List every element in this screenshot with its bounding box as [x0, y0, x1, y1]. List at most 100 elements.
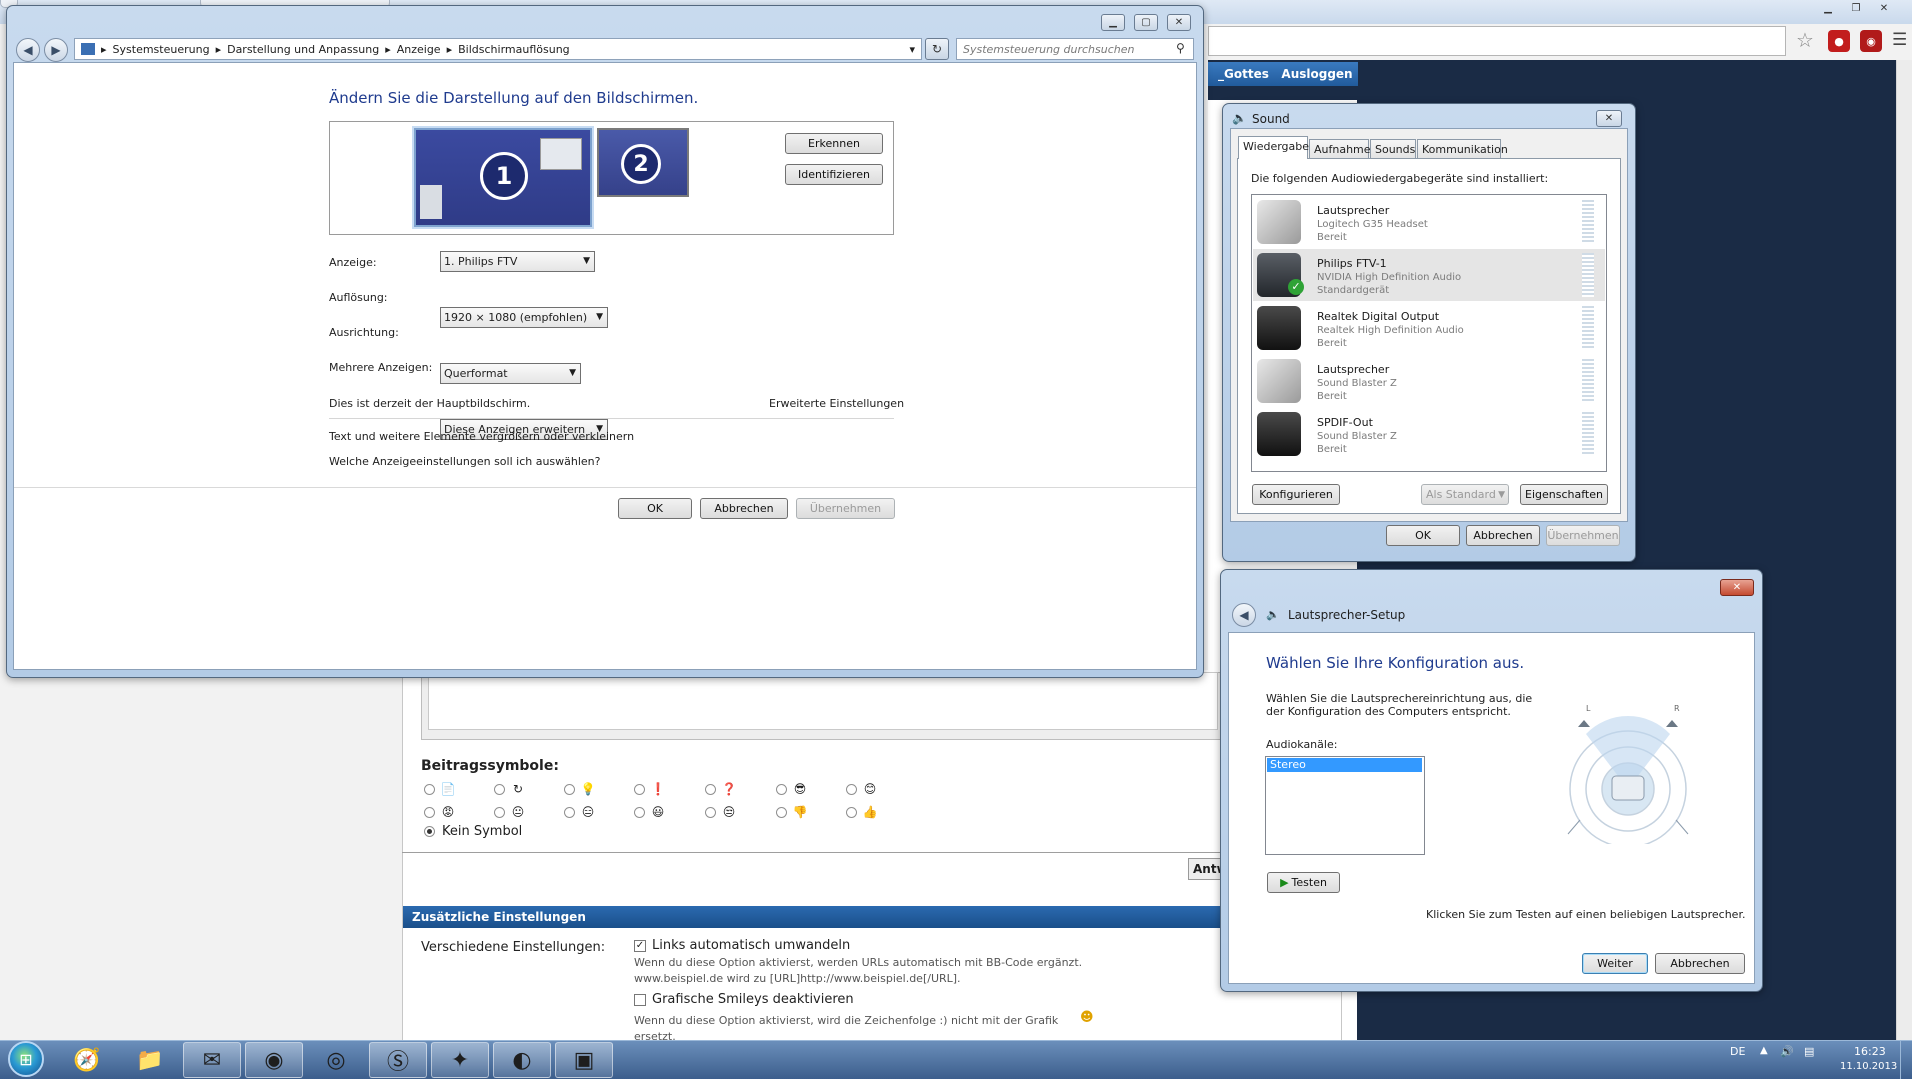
- chevron-down-icon[interactable]: ▾: [909, 43, 915, 56]
- test-button[interactable]: ▶ Testen: [1267, 872, 1340, 893]
- post-icon-radio[interactable]: [634, 784, 645, 795]
- volume-icon[interactable]: 🔊: [1780, 1045, 1794, 1058]
- post-icon-radio[interactable]: [424, 807, 435, 818]
- properties-button[interactable]: Eigenschaften: [1520, 484, 1608, 505]
- menu-icon[interactable]: ☰: [1892, 30, 1907, 50]
- breadcrumb[interactable]: ▸ Systemsteuerung ▸ Darstellung und Anpa…: [74, 38, 922, 60]
- language-indicator[interactable]: DE: [1730, 1045, 1745, 1058]
- back-icon[interactable]: ◀: [16, 38, 40, 62]
- adblock-icon[interactable]: ●: [1828, 30, 1850, 52]
- post-icon-radio[interactable]: [705, 784, 716, 795]
- sound-app-icon[interactable]: ◐: [493, 1042, 551, 1078]
- detect-button[interactable]: Erkennen: [785, 133, 883, 154]
- text-size-link[interactable]: Text und weitere Elemente vergrößern ode…: [329, 430, 634, 443]
- minimize-icon[interactable]: ▁: [1101, 14, 1125, 31]
- breadcrumb-item[interactable]: Darstellung und Anpassung: [227, 43, 379, 56]
- back-icon[interactable]: ◀: [1232, 603, 1256, 627]
- network-icon[interactable]: ▤: [1804, 1045, 1814, 1058]
- restore-icon[interactable]: ❐: [1844, 0, 1868, 16]
- post-icon: 😃: [651, 805, 665, 819]
- post-icon-radio[interactable]: [494, 784, 505, 795]
- tab-communication[interactable]: Kommunikation: [1417, 139, 1508, 158]
- file-explorer-icon[interactable]: 📁: [121, 1042, 179, 1078]
- monitor-1[interactable]: 1: [414, 128, 592, 227]
- device-row[interactable]: [1253, 355, 1605, 407]
- breadcrumb-item[interactable]: Systemsteuerung: [113, 43, 210, 56]
- thunderbird-icon[interactable]: ✉: [183, 1042, 241, 1078]
- post-icon-radio[interactable]: [634, 807, 645, 818]
- chrome-icon[interactable]: ◉: [245, 1042, 303, 1078]
- message-textarea[interactable]: [428, 672, 1218, 730]
- auto-links-checkbox[interactable]: ✓: [634, 940, 646, 952]
- no-symbol-radio[interactable]: [424, 826, 435, 837]
- post-icon-radio[interactable]: [705, 807, 716, 818]
- user-button[interactable]: _Gottes: [1208, 62, 1279, 86]
- show-hidden-icons-icon[interactable]: ▲: [1760, 1045, 1768, 1056]
- orientation-select[interactable]: Querformat ▼: [440, 363, 581, 384]
- post-icon-radio[interactable]: [564, 807, 575, 818]
- monitor-2[interactable]: 2: [597, 128, 689, 197]
- internet-explorer-icon[interactable]: 🧭: [58, 1042, 116, 1078]
- set-default-button[interactable]: Als Standard ▼: [1421, 484, 1509, 505]
- tab-playback[interactable]: Wiedergabe: [1238, 136, 1309, 159]
- minimize-icon[interactable]: ▁: [1816, 0, 1840, 16]
- channel-item[interactable]: Stereo: [1267, 758, 1422, 772]
- breadcrumb-item[interactable]: Bildschirmauflösung: [458, 43, 570, 56]
- post-icon-radio[interactable]: [564, 784, 575, 795]
- app-icon[interactable]: ✦: [431, 1042, 489, 1078]
- cancel-button[interactable]: Abbrechen: [1466, 525, 1540, 546]
- extension-icon[interactable]: ◉: [1860, 30, 1882, 52]
- skype-icon[interactable]: Ⓢ: [369, 1042, 427, 1078]
- post-icon-radio[interactable]: [846, 784, 857, 795]
- address-bar[interactable]: [1208, 26, 1786, 56]
- search-input[interactable]: Systemsteuerung durchsuchen: [956, 38, 1194, 60]
- search-icon[interactable]: ⚲: [1176, 41, 1185, 55]
- tab-sounds[interactable]: Sounds: [1370, 139, 1416, 158]
- refresh-icon[interactable]: ↻: [925, 38, 949, 60]
- post-icon-radio[interactable]: [846, 807, 857, 818]
- help-link[interactable]: Welche Anzeigeeinstellungen soll ich aus…: [329, 455, 601, 468]
- bookmark-star-icon[interactable]: ☆: [1796, 28, 1814, 52]
- close-icon[interactable]: ✕: [1872, 0, 1896, 16]
- resolution-select[interactable]: 1920 × 1080 (empfohlen) ▼: [440, 307, 608, 328]
- next-button[interactable]: Weiter: [1582, 953, 1648, 974]
- cancel-button[interactable]: Abbrechen: [1655, 953, 1745, 974]
- cancel-button[interactable]: Abbrechen: [700, 498, 788, 519]
- advanced-settings-link[interactable]: Erweiterte Einstellungen: [769, 397, 904, 410]
- tab-recording[interactable]: Aufnahme: [1309, 139, 1371, 158]
- device-row[interactable]: [1253, 196, 1605, 248]
- post-icon-radio[interactable]: [424, 784, 435, 795]
- close-icon[interactable]: ✕: [1720, 579, 1754, 596]
- close-icon[interactable]: ✕: [1596, 110, 1622, 127]
- extra-settings-bar: Zusätzliche Einstellungen: [403, 906, 1220, 928]
- clock-date[interactable]: 11.10.2013: [1840, 1061, 1897, 1072]
- device-row[interactable]: [1253, 408, 1605, 460]
- monitor-1-number: 1: [480, 152, 528, 200]
- ok-button[interactable]: OK: [618, 498, 692, 519]
- disable-smileys-checkbox[interactable]: [634, 994, 646, 1006]
- post-icon-radio[interactable]: [776, 807, 787, 818]
- logout-button[interactable]: Ausloggen: [1276, 62, 1358, 86]
- display-select[interactable]: 1. Philips FTV ▼: [440, 251, 595, 272]
- maximize-icon[interactable]: ▢: [1134, 14, 1158, 31]
- teamspeak-icon[interactable]: ◎: [307, 1042, 365, 1078]
- post-icon-radio[interactable]: [776, 784, 787, 795]
- forward-icon[interactable]: ▶: [44, 38, 68, 62]
- close-icon[interactable]: ✕: [1167, 14, 1191, 31]
- ok-button[interactable]: OK: [1386, 525, 1460, 546]
- browser-scrollbar[interactable]: [1896, 60, 1912, 1040]
- start-button[interactable]: ⊞: [8, 1041, 44, 1077]
- chevron-down-icon: ▼: [1498, 489, 1505, 500]
- apply-button[interactable]: Übernehmen: [796, 498, 895, 519]
- configure-button[interactable]: Konfigurieren: [1252, 484, 1340, 505]
- display-settings-taskbar-icon[interactable]: ▣: [555, 1042, 613, 1078]
- post-icon-radio[interactable]: [494, 807, 505, 818]
- identify-button[interactable]: Identifizieren: [785, 164, 883, 185]
- speaker-diagram[interactable]: L R: [1558, 704, 1698, 848]
- breadcrumb-item[interactable]: Anzeige: [397, 43, 441, 56]
- clock-time[interactable]: 16:23: [1854, 1045, 1886, 1058]
- apply-button[interactable]: Übernehmen: [1546, 525, 1620, 546]
- show-desktop-button[interactable]: [1900, 1040, 1912, 1079]
- window-thumbnail-icon: [540, 138, 582, 170]
- post-icon: 📄: [440, 782, 456, 796]
